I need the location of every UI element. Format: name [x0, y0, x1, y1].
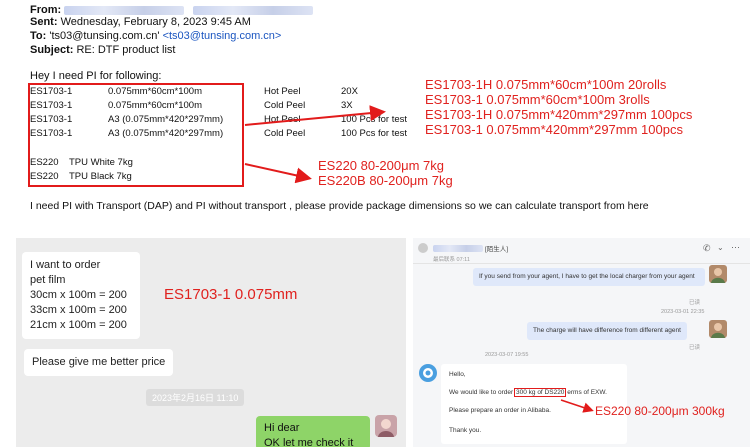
- avatar-icon: [378, 419, 394, 437]
- reply-bubble: Hi dear OK let me check it: [256, 416, 370, 447]
- message-line: 21cm x 100m = 200: [30, 319, 127, 331]
- message-line: pet film: [30, 274, 66, 286]
- arrow-tpu: [244, 163, 312, 184]
- message-line: 33cm x 100m = 200: [30, 304, 127, 316]
- annotation-arrows: [244, 105, 386, 184]
- message-bubble: Please give me better price: [24, 349, 174, 376]
- email-panel: From: Sent: Wednesday, February 8, 2023 …: [0, 0, 750, 228]
- message-line: I want to order: [30, 259, 101, 271]
- timestamp: 2023年2月16日 11:10: [146, 389, 245, 406]
- chat-window-right: [陌生人] 最后联系 07:11 ✆ ⌄ ⋯ If you send from …: [413, 238, 750, 447]
- arrow-order: [560, 399, 594, 413]
- message-line: 30cm x 100m = 200: [30, 289, 127, 301]
- chat-window-left: I want to order pet film 30cm x 100m = 2…: [16, 238, 406, 447]
- arrow-products: [244, 105, 386, 126]
- annotation-arrow: [560, 399, 594, 413]
- annotation-note: ES1703-1 0.075mm: [164, 286, 298, 303]
- message-line: Hi dear: [264, 422, 300, 434]
- message-line: OK let me check it: [264, 437, 354, 447]
- message-text: Please give me better price: [32, 356, 166, 368]
- avatar[interactable]: [375, 415, 397, 437]
- message-bubble: I want to order pet film 30cm x 100m = 2…: [22, 252, 140, 339]
